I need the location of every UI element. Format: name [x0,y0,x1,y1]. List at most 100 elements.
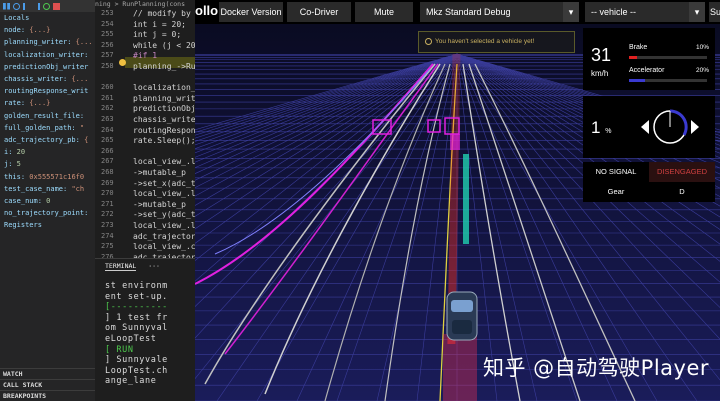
line-number[interactable]: 262 [101,104,114,112]
signal-status: NO SIGNAL [583,162,649,182]
tab-terminal[interactable]: TERMINAL [105,262,137,271]
variable-row[interactable]: case_num: 0 [0,195,95,207]
line-number[interactable]: 261 [101,94,114,102]
terminal-line: ] 1 test fr [105,312,168,323]
steering-unit: % [605,128,612,135]
variable-row[interactable]: i: 20 [0,146,95,158]
line-number[interactable]: 272 [101,210,114,218]
variable-row[interactable]: Registers [0,219,95,231]
code-line[interactable]: local_view_.loc [133,189,195,198]
variable-row[interactable]: planning_writer: {... [0,36,95,48]
variable-row[interactable]: golden_result_file: [0,110,95,122]
line-number[interactable]: 260 [101,83,114,91]
variable-value: 20 [16,148,26,157]
code-line[interactable]: local_view_.loc [133,221,195,230]
line-number[interactable]: 264 [101,126,114,134]
co-driver-button[interactable]: Co-Driver [287,2,351,22]
line-number[interactable]: 268 [101,168,114,176]
code-line[interactable]: rate.Sleep(); [133,136,195,145]
variable-name: case_num: [4,197,42,206]
line-number[interactable]: 271 [101,200,114,208]
variable-row[interactable]: predictionObj_writer [0,61,95,73]
code-line[interactable]: planning_writ [133,94,195,103]
line-number[interactable]: 266 [101,147,114,155]
code-line[interactable]: while (j < 20000) [133,41,195,50]
variable-name: j: [4,160,13,169]
mute-button[interactable]: Mute [355,2,413,22]
code-line[interactable]: int j = 0; [133,30,181,39]
code-line[interactable]: adc_trajector [133,232,195,241]
mode-select[interactable]: Mkz Standard Debug ▾ [420,2,579,22]
variable-name: node: [4,26,26,35]
step-into-icon[interactable] [23,2,30,10]
line-number[interactable]: 263 [101,115,114,123]
variable-row[interactable]: localization_writer: [0,49,95,61]
variable-row[interactable]: no_trajectory_point: [0,207,95,219]
code-line[interactable]: chassis_writer- [133,115,195,124]
code-line[interactable]: ->mutable_p [133,200,186,209]
line-number[interactable]: 265 [101,136,114,144]
code-line[interactable]: local_view_.cha [133,242,195,251]
variable-name: predictionObj_writer [4,62,89,71]
line-number[interactable]: 269 [101,179,114,187]
code-line[interactable]: predictionObj_w [133,104,195,113]
variable-name: routingResponse_writ [4,87,89,96]
code-line[interactable]: ->mutable_p [133,168,186,177]
line-number[interactable]: 255 [101,30,114,38]
line-number[interactable]: 274 [101,232,114,240]
code-line[interactable]: localization_wri [133,83,195,92]
call-stack-section-header[interactable]: CALL STACK [0,379,95,390]
more-icon[interactable]: ··· [148,262,160,270]
path-extension [443,334,477,401]
variable-name: Registers [4,221,42,230]
terminal-panel[interactable]: TERMINAL ··· st environm ent set-up. [----… [95,258,207,401]
stop-icon[interactable] [53,2,60,10]
variable-row[interactable]: full_golden_path: " [0,122,95,134]
breakpoints-section-header[interactable]: BREAKPOINTS [0,390,95,401]
code-line[interactable]: ->set_x(adc_t [133,179,195,188]
line-number[interactable]: 275 [101,242,114,250]
code-line[interactable]: routingRespons [133,126,195,135]
restart-icon[interactable] [43,2,50,10]
variable-value: {... [75,38,93,47]
variable-row[interactable]: test_case_name: "ch [0,183,95,195]
variable-row[interactable]: adc_trajectory_pb: { [0,134,95,146]
variable-row[interactable]: this: 0x555571c16f0 [0,171,95,183]
variable-row[interactable]: j: 5 [0,158,95,170]
map-select[interactable]: Su [709,2,720,22]
line-number[interactable]: 253 [101,9,114,17]
variable-row[interactable]: node: {...} [0,24,95,36]
line-number[interactable]: 257 [101,51,114,59]
code-editor[interactable]: ning > RunPlanning(cons 253 // modify by … [95,0,195,260]
code-line[interactable]: #if 1 [133,51,157,60]
code-line[interactable]: int i = 20; [133,20,186,29]
line-number[interactable]: 267 [101,157,114,165]
pause-icon[interactable] [3,2,10,10]
line-number[interactable]: 254 [101,20,114,28]
docker-version-button[interactable]: Docker Version [219,2,283,22]
step-over-icon[interactable] [13,2,20,10]
brake-label: Brake [629,44,648,51]
code-line[interactable]: ->set_y(adc_t [133,210,195,219]
watermark: 知乎 @自动驾驶Player [483,356,710,380]
steering-number: 1 [591,118,601,137]
code-line[interactable]: // modify by ... [133,9,195,18]
drive-status-badge: DISENGAGED [649,162,715,182]
breakpoint-arrow-icon[interactable] [119,59,126,66]
editor-breadcrumb[interactable]: ning > RunPlanning(cons [95,0,195,8]
variable-row[interactable]: routingResponse_writ [0,85,95,97]
line-number[interactable]: 258 [101,62,114,70]
line-number[interactable]: 273 [101,221,114,229]
variable-row[interactable]: Locals [0,12,95,24]
variable-row[interactable]: chassis_writer: {... [0,73,95,85]
code-line[interactable]: local_view_.loc [133,157,195,166]
variable-value: {...} [29,26,51,35]
line-number[interactable]: 270 [101,189,114,197]
variable-row[interactable]: rate: {...} [0,97,95,109]
code-line[interactable]: planning_->Run [133,62,195,71]
vehicle-select[interactable]: -- vehicle -- ▾ [585,2,705,22]
line-number[interactable]: 256 [101,41,114,49]
watch-section-header[interactable]: WATCH [0,368,95,379]
steering-value: 1 % [591,118,611,138]
step-out-icon[interactable] [33,2,40,10]
